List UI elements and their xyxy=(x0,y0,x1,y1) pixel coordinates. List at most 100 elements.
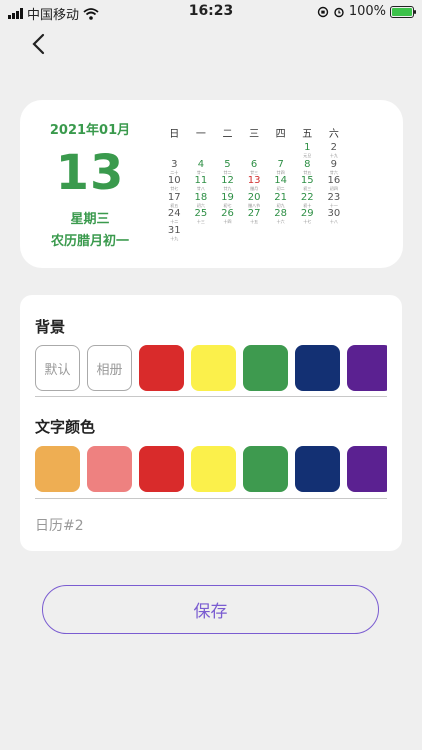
day-cell: 23 十一 xyxy=(321,192,348,210)
background-title: 背景 xyxy=(35,318,66,336)
date-panel: 2021年01月 13 星期三 农历腊月初一 xyxy=(20,100,160,268)
day-cell-number: 11 xyxy=(194,175,208,187)
background-color-swatch[interactable] xyxy=(347,345,387,391)
day-cell-number: 18 xyxy=(194,191,208,203)
text-color-swatch[interactable] xyxy=(191,446,236,492)
text-color-swatch-row[interactable] xyxy=(35,446,387,492)
day-cell: 20 腊八节 xyxy=(241,191,268,210)
day-cell-lunar: 初二 xyxy=(276,186,285,192)
day-cell-number: 8 xyxy=(304,158,311,170)
day-cell-lunar: 十三 xyxy=(196,219,205,225)
day-cell-number: 14 xyxy=(274,175,288,187)
day-cell-number: 31 xyxy=(167,224,181,236)
day-cell-number: 4 xyxy=(197,158,205,170)
default-background-button[interactable]: 默认 xyxy=(35,345,80,391)
day-cell-number: 17 xyxy=(167,191,181,203)
day-cell-number: 12 xyxy=(221,175,234,187)
text-color-swatch[interactable] xyxy=(139,446,184,492)
day-cell: 5 廿二 xyxy=(214,158,241,177)
day-cell-lunar: 廿八 xyxy=(196,186,205,192)
day-cell-lunar: 初四 xyxy=(329,186,338,192)
text-color-swatch[interactable] xyxy=(243,446,288,492)
day-cell: 18 初六 xyxy=(188,191,215,210)
color-settings-card: 背景 默认 相册 文字颜色 日历#2 xyxy=(20,295,402,551)
day-cell: 8 廿五 xyxy=(294,158,321,177)
text-color-swatch[interactable] xyxy=(35,446,80,492)
day-cell-lunar: 十四 xyxy=(223,219,232,225)
day-cell: 17 初五 xyxy=(161,191,188,210)
day-cell-lunar: 十五 xyxy=(250,219,259,225)
weekday: 星期三 xyxy=(70,212,110,227)
day-cell: 14 初二 xyxy=(267,176,294,193)
battery-icon xyxy=(390,5,416,18)
empty-day-cell xyxy=(267,143,294,160)
day-cell: 1 元旦 xyxy=(294,143,321,160)
day-cell-number: 3 xyxy=(171,158,178,170)
text-color-swatch[interactable] xyxy=(87,446,132,492)
album-background-button[interactable]: 相册 xyxy=(87,345,132,391)
status-right: 100% xyxy=(317,4,416,19)
divider xyxy=(35,498,387,499)
day-cell: 28 十六 xyxy=(267,209,294,226)
day-cell-lunar: 初九 xyxy=(276,202,285,208)
background-color-swatch[interactable] xyxy=(139,345,184,391)
text-color-title: 文字颜色 xyxy=(35,418,96,436)
day-cells: 1 元旦 2 十九 3 二十 4 廿一 5 廿二 6 廿三 7 廿四 8 廿五 9 廿六 10 廿七 11 廿八 12 廿九 1… xyxy=(161,143,392,243)
month-grid: 日 一 二 三 四 五 六 1 元旦 2 十九 3 二十 4 廿一 5 廿二 6 廿三 7 廿四 8 廿五 9 廿… xyxy=(161,125,392,243)
background-color-swatch[interactable] xyxy=(243,345,288,391)
day-cell-lunar: 十九 xyxy=(329,153,338,158)
background-swatch-row[interactable]: 默认 相册 xyxy=(35,345,387,391)
day-cell-number: 27 xyxy=(247,208,261,220)
day-cell: 2 十九 xyxy=(321,143,348,160)
back-button[interactable] xyxy=(28,30,52,58)
day-cell: 24 十二 xyxy=(161,209,188,226)
day-cell-lunar: 元旦 xyxy=(303,153,312,158)
weekday-label: 二 xyxy=(222,129,233,140)
background-color-swatch[interactable] xyxy=(295,345,340,391)
day-cell: 16 初四 xyxy=(321,176,348,193)
day-cell-lunar: 十一 xyxy=(329,202,338,208)
day-cell: 27 十五 xyxy=(241,209,268,226)
text-color-swatch[interactable] xyxy=(295,446,340,492)
day-cell-number: 16 xyxy=(327,175,341,187)
save-button[interactable]: 保存 xyxy=(42,585,379,634)
day-cell-number: 5 xyxy=(224,158,231,170)
day-cell-number: 29 xyxy=(300,208,314,220)
empty-day-cell xyxy=(161,143,188,160)
day-cell: 4 廿一 xyxy=(188,158,215,177)
day-cell-lunar: 腊八节 xyxy=(248,202,261,208)
status-bar: 中国移动 16:23 100% xyxy=(0,0,422,24)
day-cell-number: 2 xyxy=(330,142,338,153)
day-cell: 10 廿七 xyxy=(161,176,188,193)
day-cell-number: 15 xyxy=(300,175,314,187)
empty-day-cell xyxy=(214,143,241,160)
day-cell-number: 24 xyxy=(167,208,181,220)
day-cell-lunar: 腊月 xyxy=(250,186,259,192)
day-cell-lunar: 十七 xyxy=(303,219,312,225)
day-cell-lunar: 廿二 xyxy=(223,169,232,175)
day-cell-number: 28 xyxy=(274,208,288,220)
background-color-swatch[interactable] xyxy=(191,345,236,391)
orientation-lock-icon xyxy=(317,6,329,17)
weekday-label: 五 xyxy=(302,129,313,140)
day-cell-lunar: 十六 xyxy=(276,219,285,225)
day-cell-lunar: 初六 xyxy=(196,202,205,208)
chevron-left-icon xyxy=(32,33,45,55)
day-cell: 30 十八 xyxy=(321,209,348,226)
day-cell: 6 廿三 xyxy=(241,159,268,177)
day-cell-number: 19 xyxy=(221,191,234,203)
day-cell: 21 初九 xyxy=(267,192,294,210)
empty-day-cell xyxy=(188,143,215,160)
day-cell-number: 9 xyxy=(330,158,338,170)
day-cell: 3 二十 xyxy=(161,158,188,177)
day-cell: 11 廿八 xyxy=(188,176,215,193)
text-color-swatch[interactable] xyxy=(347,446,387,492)
day-cell: 12 廿九 xyxy=(214,176,241,193)
day-cell-number: 1 xyxy=(304,142,311,153)
weekday-label: 一 xyxy=(195,129,206,140)
day-cell: 15 初三 xyxy=(294,176,321,193)
day-cell-number: 20 xyxy=(247,191,261,203)
lunar-date: 农历腊月初一 xyxy=(50,234,129,249)
day-cell-lunar: 初十 xyxy=(303,202,312,208)
calendar-preview-card: 2021年01月 13 星期三 农历腊月初一 日 一 二 三 四 五 六 1 元旦… xyxy=(20,100,403,268)
